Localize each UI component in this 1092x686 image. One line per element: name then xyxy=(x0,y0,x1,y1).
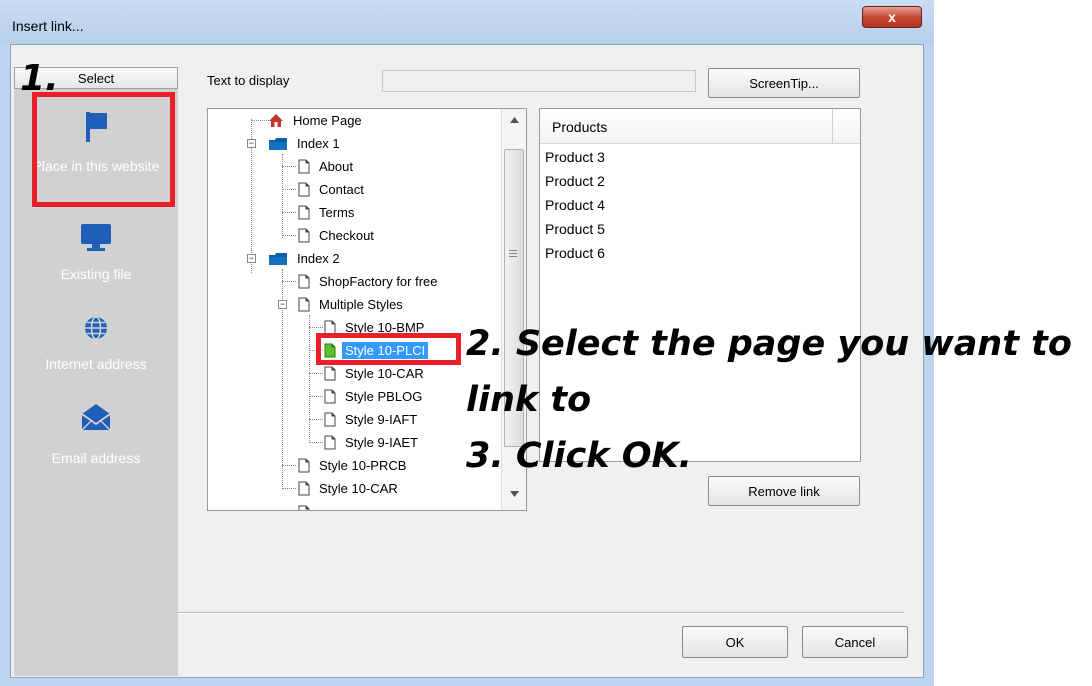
ok-button[interactable]: OK xyxy=(682,626,788,658)
text-to-display-label: Text to display xyxy=(207,73,290,88)
tree-item-style-9-iaft[interactable]: Style 9-IAFT xyxy=(324,408,420,430)
list-item[interactable]: Product 5 xyxy=(545,221,605,237)
tree-item-style-10-car[interactable]: Style 10-CAR xyxy=(324,362,427,384)
tree-item-index-1[interactable]: Index 1 xyxy=(268,132,343,154)
tree-item-label: Style 10-CAR xyxy=(319,480,398,496)
folder-icon xyxy=(269,252,287,265)
products-header-label: Products xyxy=(552,119,608,135)
highlight-box-step1 xyxy=(32,92,175,207)
tree-item-label: ShopFactory for free xyxy=(319,273,438,289)
scroll-down-icon[interactable] xyxy=(510,491,519,497)
tree-item-home-page[interactable]: Home Page xyxy=(268,109,365,131)
annotation-step1: 1. xyxy=(20,58,59,99)
list-item[interactable]: Product 2 xyxy=(545,173,605,189)
remove-link-button[interactable]: Remove link xyxy=(708,476,860,506)
page-icon xyxy=(298,458,310,472)
tree-item-label: Style PBLOG xyxy=(345,388,423,404)
tree-item-index-2[interactable]: Index 2 xyxy=(268,247,343,269)
nav-internet-address[interactable]: Internet address xyxy=(14,314,178,372)
tree-item-cut-off[interactable] xyxy=(298,501,316,510)
nav-email-address-label: Email address xyxy=(51,450,141,466)
tree-item-label: Checkout xyxy=(319,227,374,243)
tree-item-style-10-prcb[interactable]: Style 10-PRCB xyxy=(298,454,409,476)
tree-item-label: Style 10-PRCB xyxy=(319,457,407,473)
page-icon xyxy=(298,159,310,173)
envelope-icon xyxy=(81,404,111,431)
tree-item-style-9-iaet[interactable]: Style 9-IAET xyxy=(324,431,421,453)
tree-item-label: Multiple Styles xyxy=(319,296,403,312)
tree-item-multiple-styles[interactable]: Multiple Styles xyxy=(298,293,406,315)
list-item[interactable]: Product 4 xyxy=(545,197,605,213)
column-divider[interactable] xyxy=(832,109,833,143)
tree-item-style-pblog[interactable]: Style PBLOG xyxy=(324,385,425,407)
tree-item-label: Style 9-IAFT xyxy=(345,411,418,427)
text-to-display-input[interactable] xyxy=(382,70,696,92)
list-item[interactable]: Product 6 xyxy=(545,245,605,261)
tree-item-contact[interactable]: Contact xyxy=(298,178,367,200)
page-icon xyxy=(298,505,310,510)
nav-existing-file[interactable]: Existing file xyxy=(14,222,178,282)
expander-multiple-styles[interactable]: − xyxy=(278,300,287,309)
tree-item-terms[interactable]: Terms xyxy=(298,201,357,223)
scroll-up-icon[interactable] xyxy=(510,117,519,123)
page-icon xyxy=(298,205,310,219)
highlight-box-step2 xyxy=(316,333,461,365)
expander-index-1[interactable]: − xyxy=(247,139,256,148)
annotation-step2-line2: link to xyxy=(466,380,592,420)
tree-item-label: Contact xyxy=(319,181,364,197)
page-icon xyxy=(298,274,310,288)
globe-icon xyxy=(85,316,107,340)
list-item[interactable]: Product 3 xyxy=(545,149,605,165)
window-title: Insert link... xyxy=(12,18,84,34)
monitor-icon xyxy=(81,224,111,251)
page-icon xyxy=(298,228,310,242)
screentip-button[interactable]: ScreenTip... xyxy=(708,68,860,98)
page-icon xyxy=(324,389,336,403)
page-icon xyxy=(298,182,310,196)
page-icon xyxy=(298,481,310,495)
nav-email-address[interactable]: Email address xyxy=(14,402,178,466)
tree-item-label: About xyxy=(319,158,353,174)
folder-icon xyxy=(269,137,287,150)
tree-item-label: Home Page xyxy=(293,112,362,128)
tree-item-label: Index 2 xyxy=(297,250,340,266)
tree-item-label: Index 1 xyxy=(297,135,340,151)
cancel-button[interactable]: Cancel xyxy=(802,626,908,658)
page-icon xyxy=(298,297,310,311)
nav-internet-address-label: Internet address xyxy=(45,356,147,372)
page-icon xyxy=(324,366,336,380)
tree-item-about[interactable]: About xyxy=(298,155,356,177)
products-column-header[interactable]: Products xyxy=(540,109,860,144)
expander-index-2[interactable]: − xyxy=(247,254,256,263)
home-icon xyxy=(269,113,283,127)
tree-item-label: Terms xyxy=(319,204,355,220)
close-button[interactable]: x xyxy=(862,6,922,28)
tree-item-shopfactory-for-free[interactable]: ShopFactory for free xyxy=(298,270,441,292)
tree-item-label: Style 10-CAR xyxy=(345,365,424,381)
annotation-step2-line1: 2. Select the page you want to xyxy=(466,324,1072,364)
nav-existing-file-label: Existing file xyxy=(60,266,132,282)
page-icon xyxy=(324,412,336,426)
tree-item-style-10-car-2[interactable]: Style 10-CAR xyxy=(298,477,401,499)
separator-line xyxy=(178,612,904,614)
tree-item-label: Style 9-IAET xyxy=(345,434,418,450)
title-bar[interactable] xyxy=(0,0,934,44)
annotation-step3: 3. Click OK. xyxy=(466,436,692,476)
tree-item-checkout[interactable]: Checkout xyxy=(298,224,377,246)
page-icon xyxy=(324,435,336,449)
close-icon: x xyxy=(888,9,896,25)
